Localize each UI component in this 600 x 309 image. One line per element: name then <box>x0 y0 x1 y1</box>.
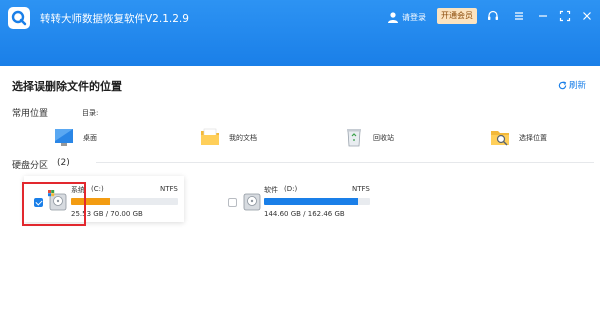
quick-location-label: 回收站 <box>373 134 394 142</box>
refresh-icon <box>558 81 567 90</box>
drive-d-letter: (D:) <box>284 185 298 193</box>
refresh-button[interactable]: 刷新 <box>558 79 586 91</box>
menu-icon[interactable] <box>512 9 526 23</box>
drive-d-usage-fill <box>264 198 359 205</box>
app-logo <box>8 7 30 29</box>
folder-search-icon <box>491 131 509 146</box>
drive-d-size: 144.60 GB / 162.46 GB <box>264 210 345 218</box>
app-logo-icon <box>11 10 27 26</box>
drive-c-usage-bar <box>71 198 178 205</box>
section-divider <box>96 162 594 163</box>
selection-highlight-box <box>22 182 86 226</box>
drive-d-checkbox[interactable] <box>228 198 237 207</box>
drive-d-filesystem: NTFS <box>352 185 370 193</box>
title-bar: 转转大师数据恢复软件V2.1.2.9 请登录 开通会员 <box>0 0 600 66</box>
disk-count: (2) <box>57 158 70 168</box>
vip-button[interactable]: 开通会员 <box>437 8 477 24</box>
drive-card-d[interactable]: 软件 (D:) NTFS 144.60 GB / 162.46 GB <box>218 176 378 222</box>
minimize-icon[interactable] <box>536 9 550 23</box>
drive-c-filesystem: NTFS <box>160 185 178 193</box>
login-link[interactable]: 请登录 <box>402 12 426 23</box>
close-icon[interactable] <box>580 9 594 23</box>
refresh-label: 刷新 <box>569 81 587 91</box>
quick-location-label: 我的文档 <box>229 134 257 142</box>
drive-c-letter: (C:) <box>91 185 104 193</box>
disk-section-label: 硬盘分区 <box>12 161 49 171</box>
headset-support-icon[interactable] <box>486 9 500 23</box>
directory-label: 目录: <box>82 109 99 117</box>
quick-location-label: 桌面 <box>83 134 97 142</box>
recycle-bin-icon <box>347 129 361 147</box>
hard-drive-icon <box>243 193 261 211</box>
drive-d-name: 软件 <box>264 186 278 194</box>
user-icon[interactable] <box>387 11 399 23</box>
common-locations-label: 常用位置 <box>12 109 49 119</box>
quick-location-label: 选择位置 <box>519 134 547 142</box>
app-title: 转转大师数据恢复软件V2.1.2.9 <box>40 13 189 25</box>
desktop-icon <box>55 129 73 146</box>
drive-d-usage-bar <box>264 198 370 205</box>
page-title: 选择误删除文件的位置 <box>12 80 122 93</box>
folder-icon <box>201 128 219 145</box>
maximize-icon[interactable] <box>558 9 572 23</box>
